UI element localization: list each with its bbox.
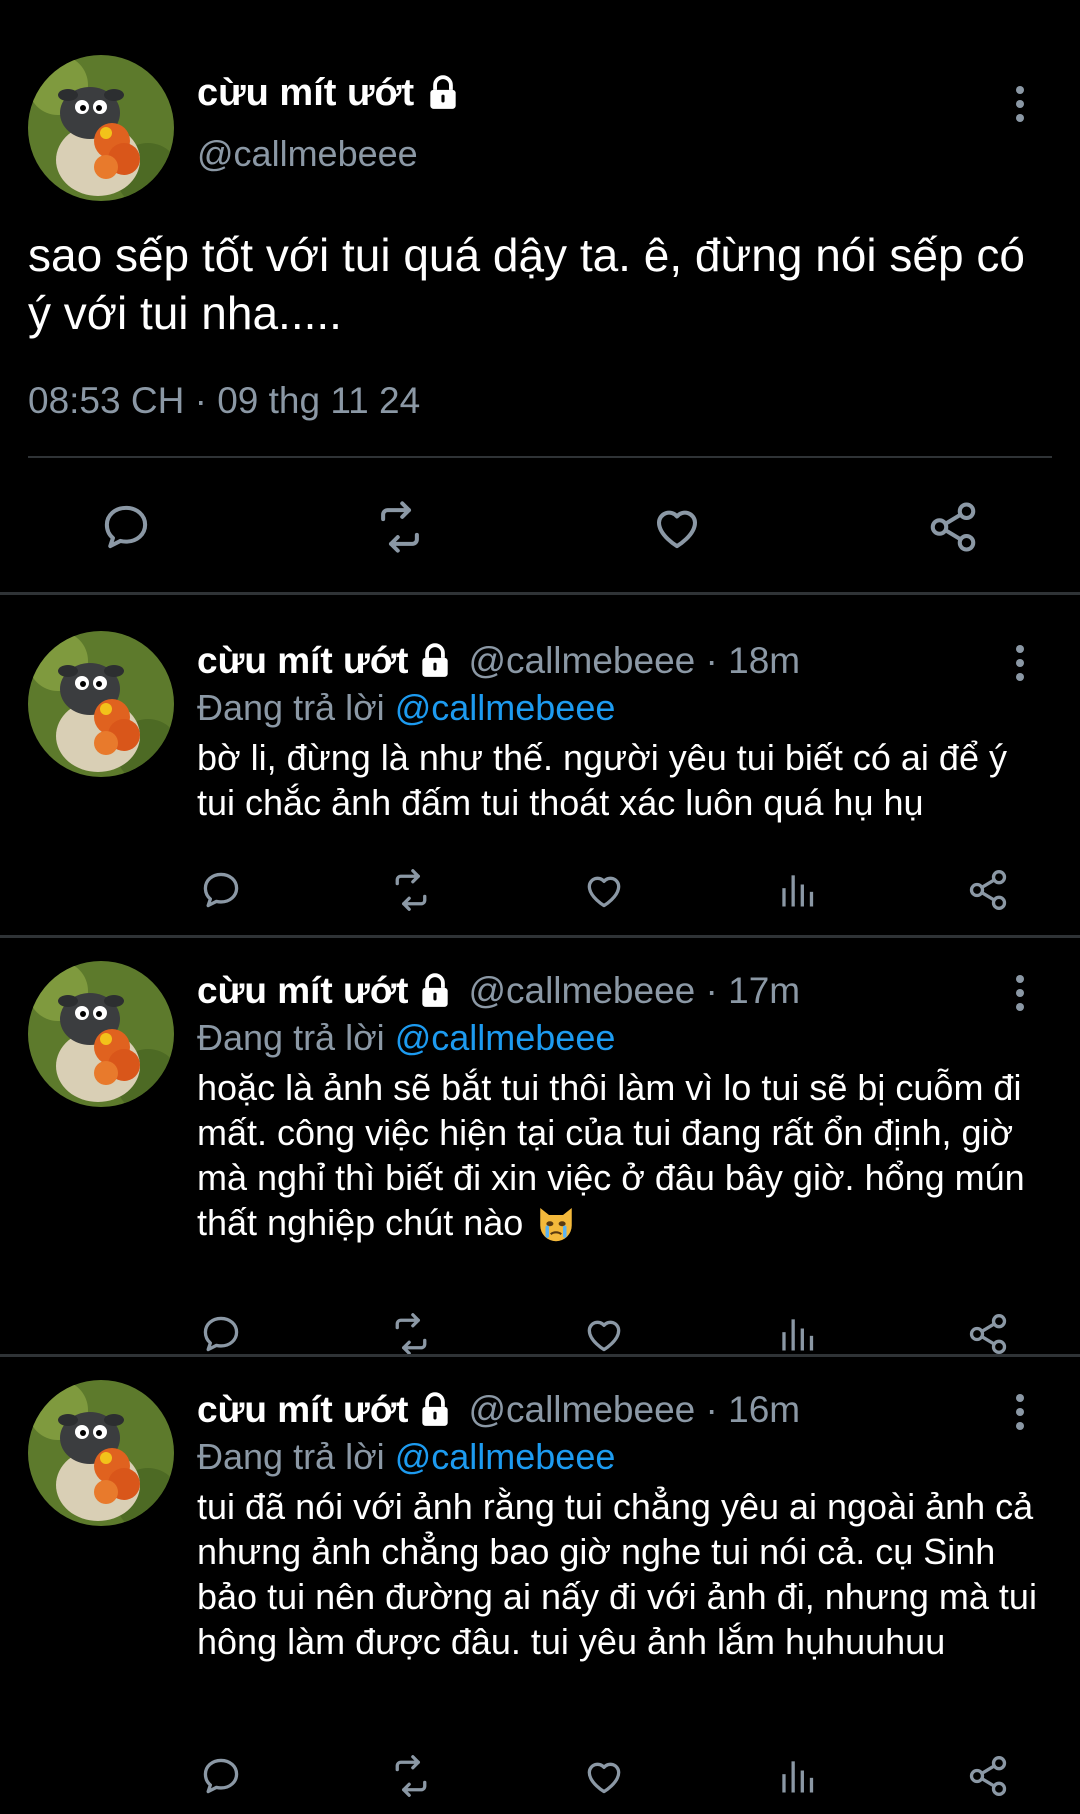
display-name[interactable]: cừu mít ướt	[197, 970, 408, 1012]
replying-to: Đang trả lời @callmebeee	[197, 1017, 615, 1059]
like-icon[interactable]	[582, 868, 626, 912]
like-icon[interactable]	[582, 1754, 626, 1798]
replying-to-label: Đang trả lời	[197, 1436, 385, 1477]
reply-text: bờ li, đừng là như thế. người yêu tui bi…	[197, 737, 1007, 823]
handle-time: @callmebeee · 18m	[468, 640, 801, 681]
avatar[interactable]	[28, 55, 174, 201]
reply-text-block: hoặc là ảnh sẽ bắt tui thôi làm vì lo tu…	[197, 1065, 1047, 1245]
replying-to-label: Đang trả lời	[197, 687, 385, 728]
handle-time: @callmebeee · 17m	[468, 970, 801, 1011]
share-icon[interactable]	[966, 1754, 1010, 1798]
replying-to: Đang trả lời @callmebeee	[197, 687, 615, 729]
retweet-icon[interactable]	[373, 500, 427, 554]
author-row: cừu mít ướt	[197, 68, 462, 118]
display-name[interactable]: cừu mít ướt	[197, 640, 408, 682]
handle-time: @callmebeee · 16m	[468, 1389, 801, 1430]
avatar-image	[28, 961, 174, 1107]
like-icon[interactable]	[650, 500, 704, 554]
divider	[28, 456, 1052, 458]
avatar[interactable]	[28, 961, 174, 1107]
more-options-icon[interactable]	[1012, 973, 1028, 1013]
reply-text: tui đã nói với ảnh rằng tui chẳng yêu ai…	[197, 1486, 1037, 1662]
display-name[interactable]: cừu mít ướt	[197, 1389, 408, 1431]
reply-text: hoặc là ảnh sẽ bắt tui thôi làm vì lo tu…	[197, 1067, 1025, 1243]
lock-icon	[416, 642, 454, 680]
reply-icon[interactable]	[199, 1754, 243, 1798]
reply-tweet[interactable]: cừu mít ướt @callmebeee · 17m Đang trả l…	[0, 925, 1080, 1355]
reply-header: cừu mít ướt @callmebeee · 17m	[197, 967, 800, 1015]
avatar[interactable]	[28, 631, 174, 777]
avatar-image	[28, 631, 174, 777]
share-icon[interactable]	[966, 868, 1010, 912]
avatar[interactable]	[28, 1380, 174, 1526]
avatar-image	[28, 55, 174, 201]
share-icon[interactable]	[926, 500, 980, 554]
replying-to-mention[interactable]: @callmebeee	[395, 687, 616, 728]
lock-icon	[424, 74, 462, 112]
replying-to-label: Đang trả lời	[197, 1017, 385, 1058]
retweet-icon[interactable]	[389, 1754, 433, 1798]
reply-tweet[interactable]: cừu mít ướt @callmebeee · 18m Đang trả l…	[0, 595, 1080, 935]
replying-to-mention[interactable]: @callmebeee	[395, 1017, 616, 1058]
more-options-icon[interactable]	[1012, 1392, 1028, 1432]
handle[interactable]: @callmebeee	[197, 133, 418, 175]
crying-cat-emoji-icon	[535, 1201, 577, 1243]
more-options-icon[interactable]	[1012, 84, 1028, 124]
replying-to: Đang trả lời @callmebeee	[197, 1436, 615, 1478]
replying-to-mention[interactable]: @callmebeee	[395, 1436, 616, 1477]
reply-icon[interactable]	[99, 500, 153, 554]
reply-tweet[interactable]: cừu mít ướt @callmebeee · 16m Đang trả l…	[0, 1344, 1080, 1814]
views-icon[interactable]	[775, 1754, 819, 1798]
reply-header: cừu mít ướt @callmebeee · 18m	[197, 637, 800, 685]
display-name[interactable]: cừu mít ướt	[197, 72, 414, 115]
tweet-timestamp[interactable]: 08:53 CH · 09 thg 11 24	[28, 380, 420, 422]
reply-header: cừu mít ướt @callmebeee · 16m	[197, 1386, 800, 1434]
tweet-text: sao sếp tốt với tui quá dậy ta. ê, đừng …	[28, 229, 1025, 339]
avatar-image	[28, 1380, 174, 1526]
lock-icon	[416, 972, 454, 1010]
lock-icon	[416, 1391, 454, 1429]
main-tweet: cừu mít ướt @callmebeee sao sếp tốt với …	[0, 0, 1080, 592]
retweet-icon[interactable]	[389, 868, 433, 912]
reply-icon[interactable]	[199, 868, 243, 912]
more-options-icon[interactable]	[1012, 643, 1028, 683]
views-icon[interactable]	[775, 868, 819, 912]
